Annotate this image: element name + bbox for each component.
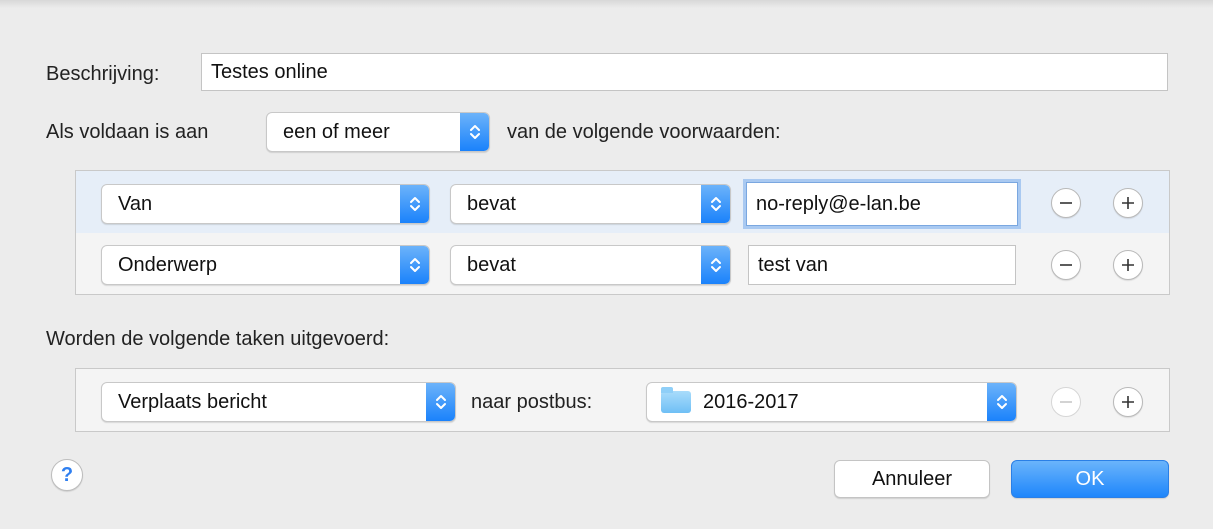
chevron-updown-icon	[701, 246, 730, 284]
condition-1-operator-value: bevat	[467, 192, 516, 215]
help-button[interactable]: ?	[51, 459, 83, 491]
description-field[interactable]: Testes online	[201, 53, 1168, 91]
question-mark-icon: ?	[60, 463, 74, 486]
match-mode-popup[interactable]: een of meer	[266, 112, 490, 152]
mailbox-value-wrap: 2016-2017	[661, 383, 799, 421]
condition-1-remove-button[interactable]	[1051, 188, 1081, 218]
action-target-label: naar postbus:	[471, 391, 593, 413]
action-add-button[interactable]	[1113, 387, 1143, 417]
condition-1-operator-popup[interactable]: bevat	[450, 184, 731, 224]
condition-1-add-button[interactable]	[1113, 188, 1143, 218]
condition-1-field-value: Van	[118, 192, 153, 215]
minus-icon	[1060, 401, 1072, 403]
mailbox-value: 2016-2017	[703, 390, 799, 413]
action-type-value: Verplaats bericht	[118, 390, 267, 413]
chevron-updown-icon	[987, 383, 1016, 421]
condition-2-field-value: Onderwerp	[118, 253, 217, 276]
condition-2-add-button[interactable]	[1113, 250, 1143, 280]
condition-1-field-popup[interactable]: Van	[101, 184, 430, 224]
match-mode-value: een of meer	[283, 120, 390, 143]
chevron-updown-icon	[400, 185, 429, 223]
actions-label: Worden de volgende taken uitgevoerd:	[46, 328, 390, 350]
condition-suffix-label: van de volgende voorwaarden:	[507, 121, 781, 143]
condition-2-field-popup[interactable]: Onderwerp	[101, 245, 430, 285]
condition-1-value-field[interactable]: no-reply@e-lan.be	[746, 182, 1018, 226]
plus-icon	[1122, 396, 1134, 408]
description-label: Beschrijving:	[46, 63, 160, 85]
chevron-updown-icon	[400, 246, 429, 284]
chevron-updown-icon	[460, 113, 489, 151]
minus-icon	[1060, 202, 1072, 204]
ok-button-label: OK	[1075, 467, 1105, 490]
cancel-button[interactable]: Annuleer	[834, 460, 990, 498]
chevron-updown-icon	[426, 383, 455, 421]
condition-2-operator-value: bevat	[467, 253, 516, 276]
ok-button[interactable]: OK	[1011, 460, 1169, 498]
folder-icon	[661, 387, 691, 413]
condition-prefix-label: Als voldaan is aan	[46, 121, 209, 143]
plus-icon	[1122, 197, 1134, 209]
action-remove-button[interactable]	[1051, 387, 1081, 417]
minus-icon	[1060, 264, 1072, 266]
plus-icon	[1122, 259, 1134, 271]
cancel-button-label: Annuleer	[871, 467, 953, 490]
action-type-popup[interactable]: Verplaats bericht	[101, 382, 456, 422]
window-top-edge	[0, 0, 1213, 8]
chevron-updown-icon	[701, 185, 730, 223]
condition-2-operator-popup[interactable]: bevat	[450, 245, 731, 285]
condition-2-remove-button[interactable]	[1051, 250, 1081, 280]
mailbox-popup[interactable]: 2016-2017	[646, 382, 1017, 422]
condition-2-value-field[interactable]: test van	[748, 245, 1016, 285]
